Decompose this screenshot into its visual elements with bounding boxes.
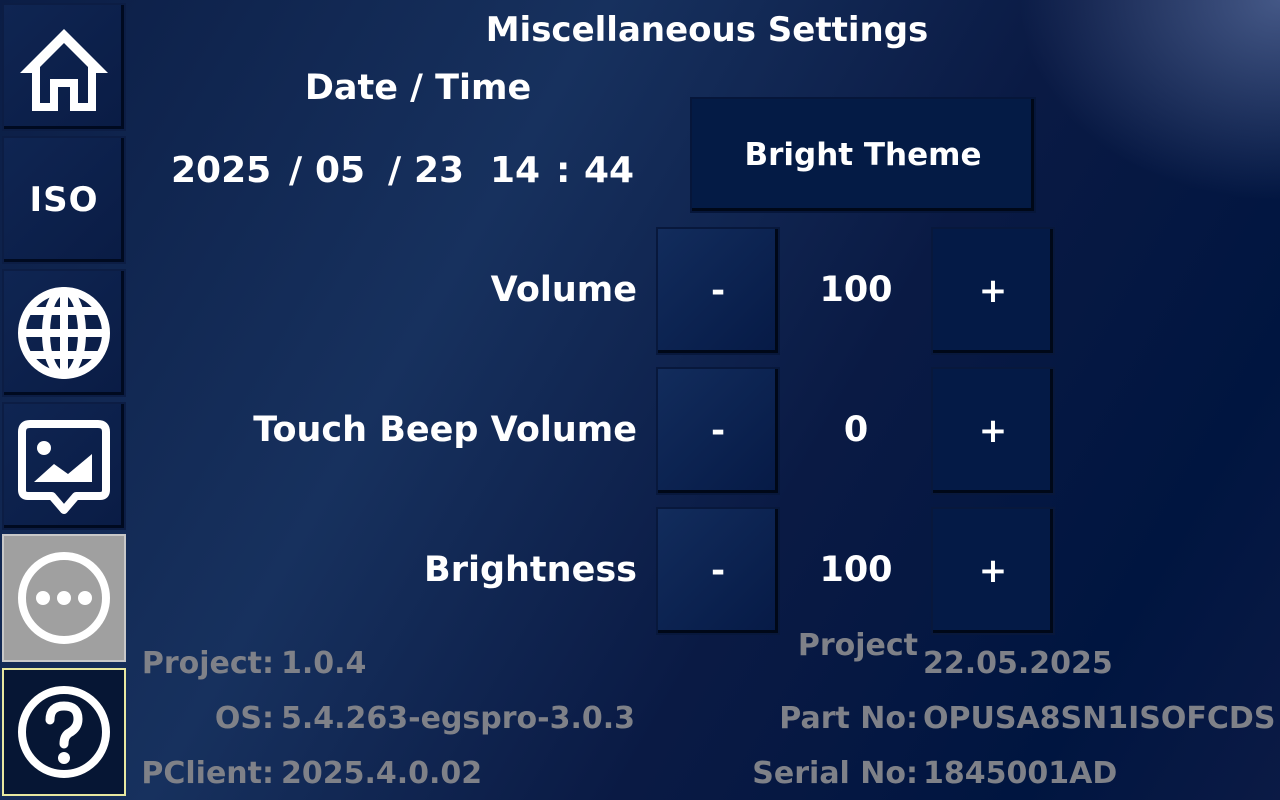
- more-icon: [18, 552, 110, 644]
- globe-icon: [18, 287, 110, 379]
- part-number-label: Part No:: [779, 701, 918, 736]
- image-message-icon: [18, 420, 110, 514]
- project-date-label: Project: [797, 628, 918, 663]
- brightness-decrease-button[interactable]: -: [656, 507, 780, 635]
- date-time-label: Date / Time: [304, 68, 532, 108]
- brightness-increase-button[interactable]: +: [931, 507, 1055, 635]
- minute-field[interactable]: 44: [584, 150, 634, 191]
- date-separator: /: [289, 150, 303, 191]
- volume-value: 100: [819, 270, 893, 310]
- hour-field[interactable]: 14: [490, 150, 540, 191]
- sidebar: ISO: [0, 0, 128, 800]
- touch-beep-decrease-button[interactable]: -: [656, 367, 780, 495]
- sidebar-home-button[interactable]: [2, 3, 126, 131]
- touch-beep-volume-value: 0: [843, 410, 869, 450]
- sidebar-help-button[interactable]: [2, 668, 126, 796]
- sidebar-iso-button[interactable]: ISO: [2, 136, 126, 264]
- brightness-label: Brightness: [424, 550, 637, 590]
- bright-theme-button[interactable]: Bright Theme: [690, 97, 1036, 213]
- sidebar-more-button[interactable]: [2, 534, 126, 662]
- sidebar-display-button[interactable]: [2, 402, 126, 530]
- sidebar-language-button[interactable]: [2, 269, 126, 397]
- day-field[interactable]: 23: [414, 150, 464, 191]
- touch-beep-increase-button[interactable]: +: [931, 367, 1055, 495]
- touch-beep-volume-label: Touch Beep Volume: [253, 410, 637, 450]
- os-version-label: OS:: [214, 701, 274, 736]
- volume-label: Volume: [490, 270, 637, 310]
- serial-number-label: Serial No:: [752, 756, 918, 791]
- help-icon: [18, 686, 110, 778]
- part-number-value: OPUSA8SN1ISOFCDS: [923, 701, 1276, 736]
- brightness-value: 100: [819, 550, 893, 590]
- page-title: Miscellaneous Settings: [485, 10, 929, 50]
- home-icon: [20, 29, 108, 111]
- time-separator: :: [556, 150, 571, 191]
- project-version-label: Project:: [141, 646, 274, 681]
- month-field[interactable]: 05: [315, 150, 365, 191]
- pclient-version-label: PClient:: [141, 756, 274, 791]
- iso-label: ISO: [29, 180, 99, 220]
- year-field[interactable]: 2025: [171, 150, 271, 191]
- os-version-value: 5.4.263-egspro-3.0.3: [281, 701, 636, 736]
- serial-number-value: 1845001AD: [923, 756, 1118, 791]
- volume-decrease-button[interactable]: -: [656, 227, 780, 355]
- volume-increase-button[interactable]: +: [931, 227, 1055, 355]
- project-date-value: 22.05.2025: [923, 646, 1113, 681]
- pclient-version-value: 2025.4.0.02: [281, 756, 483, 791]
- date-separator: /: [388, 150, 402, 191]
- project-version-value: 1.0.4: [281, 646, 367, 681]
